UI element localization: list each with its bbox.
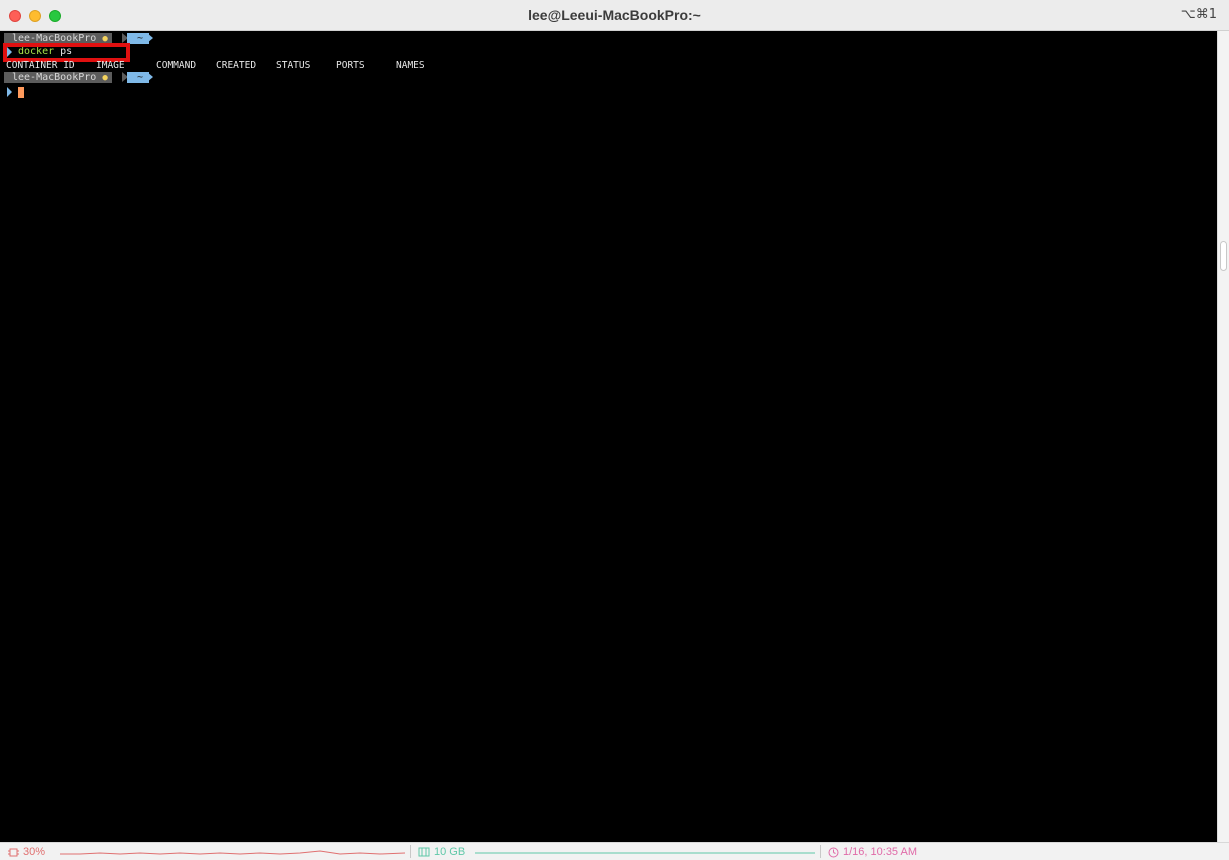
- prompt-dir-segment: ~: [127, 33, 150, 44]
- column-ports: PORTS: [336, 60, 365, 71]
- prompt-host: lee-MacBookPro: [12, 72, 97, 83]
- memory-icon: [418, 847, 430, 857]
- cpu-status[interactable]: 30%: [8, 845, 45, 859]
- prompt-dir-segment: ~: [127, 72, 150, 83]
- cpu-sparkline: [60, 850, 405, 855]
- status-divider: [820, 845, 821, 858]
- title-bar[interactable]: lee@Leeui-MacBookPro:~ ⌥⌘1: [0, 0, 1229, 31]
- column-status: STATUS: [276, 60, 311, 71]
- prompt-dir-arrow-icon: [147, 33, 153, 43]
- window-shortcut: ⌥⌘1: [1180, 7, 1217, 22]
- column-names: NAMES: [396, 60, 425, 71]
- memory-status[interactable]: 10 GB: [418, 845, 465, 859]
- memory-sparkline: [475, 852, 815, 854]
- clock-status[interactable]: 1/16, 10:35 AM: [828, 845, 917, 859]
- scrollbar-thumb[interactable]: [1220, 241, 1227, 271]
- lightbulb-icon: ●: [102, 73, 108, 83]
- terminal-window: lee@Leeui-MacBookPro:~ ⌥⌘1 lee-MacBookPr…: [0, 0, 1229, 860]
- window-title: lee@Leeui-MacBookPro:~: [528, 7, 701, 23]
- prompt-caret-icon: [7, 87, 12, 97]
- terminal-pane[interactable]: lee-MacBookPro ● ~ docker ps CONTAINER I…: [0, 31, 1217, 842]
- prompt-dir: ~: [137, 33, 144, 44]
- column-image: IMAGE: [96, 60, 125, 71]
- status-bar: 30% 10 GB 1/16, 10:35 AM: [0, 842, 1229, 860]
- cpu-icon: [8, 848, 19, 857]
- scrollbar[interactable]: [1217, 31, 1229, 842]
- prompt-host-segment: lee-MacBookPro ●: [4, 72, 112, 83]
- status-divider: [410, 845, 411, 858]
- column-container-id: CONTAINER ID: [6, 60, 75, 71]
- prompt-dir-arrow-icon: [147, 72, 153, 82]
- memory-value: 10 GB: [434, 846, 466, 858]
- column-created: CREATED: [216, 60, 257, 71]
- column-command: COMMAND: [156, 60, 197, 71]
- cpu-value: 30%: [23, 846, 46, 858]
- text-cursor: [18, 87, 24, 98]
- prompt-dir: ~: [137, 72, 144, 83]
- clock-icon: [828, 847, 839, 858]
- clock-value: 1/16, 10:35 AM: [843, 846, 917, 858]
